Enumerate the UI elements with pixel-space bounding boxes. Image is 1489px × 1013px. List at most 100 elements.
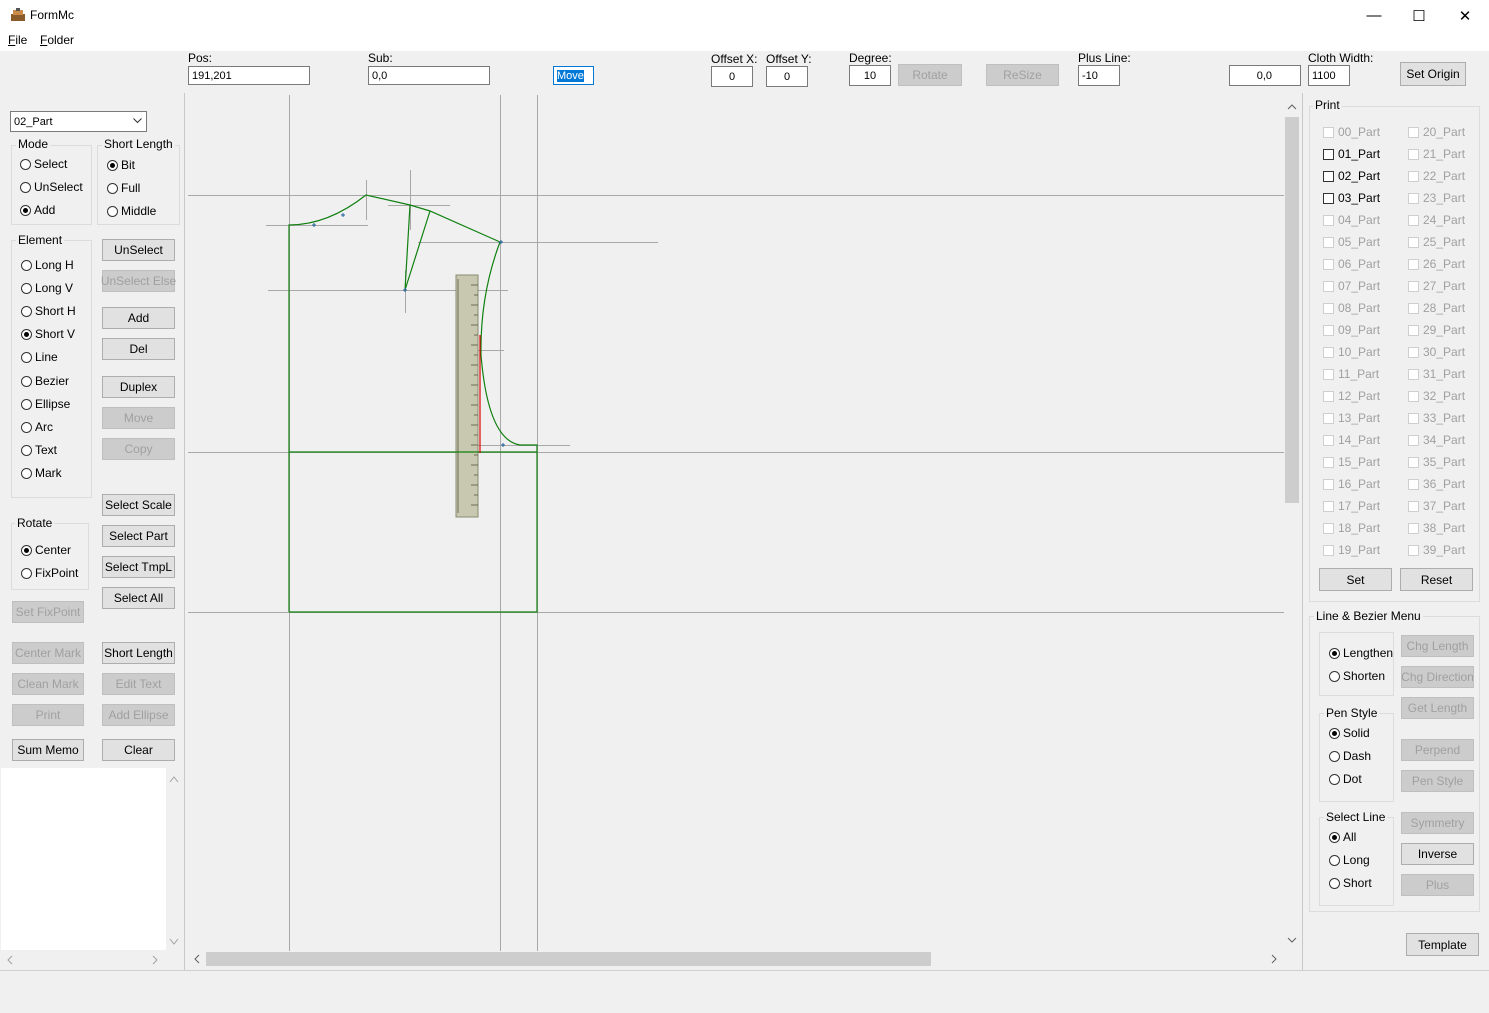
sub-input[interactable]: 0,0 (368, 66, 490, 85)
short-length-bit-radio[interactable]: Bit (107, 158, 135, 172)
pen-style-button[interactable]: Pen Style (1401, 770, 1474, 792)
chg-direction-button[interactable]: Chg Direction (1401, 666, 1474, 688)
print-part-16-checkbox[interactable]: 16_Part (1323, 477, 1380, 491)
set-origin-button[interactable]: Set Origin (1400, 62, 1466, 86)
element-arc-radio[interactable]: Arc (21, 420, 53, 434)
print-part-10-checkbox[interactable]: 10_Part (1323, 345, 1380, 359)
rotate-fixpoint-radio[interactable]: FixPoint (21, 566, 78, 580)
print-part-06-checkbox[interactable]: 06_Part (1323, 257, 1380, 271)
print-part-03-checkbox[interactable]: 03_Part (1323, 191, 1380, 205)
print-part-18-checkbox[interactable]: 18_Part (1323, 521, 1380, 535)
print-part-01-checkbox[interactable]: 01_Part (1323, 147, 1380, 161)
element-long-h-radio[interactable]: Long H (21, 258, 74, 272)
menu-folder[interactable]: Folder (40, 33, 74, 47)
add-button[interactable]: Add (102, 307, 175, 329)
plus-line-input[interactable]: -10 (1078, 65, 1120, 86)
move-button[interactable]: Move (102, 407, 175, 429)
print-reset-button[interactable]: Reset (1400, 568, 1473, 591)
cloth-width-input[interactable]: 1100 (1308, 65, 1350, 86)
element-long-v-radio[interactable]: Long V (21, 281, 73, 295)
print-part-39-checkbox[interactable]: 39_Part (1408, 543, 1465, 557)
pen-solid-radio[interactable]: Solid (1329, 726, 1370, 740)
edit-text-button[interactable]: Edit Text (102, 673, 175, 695)
print-button[interactable]: Print (12, 704, 84, 726)
print-part-22-checkbox[interactable]: 22_Part (1408, 169, 1465, 183)
print-part-14-checkbox[interactable]: 14_Part (1323, 433, 1380, 447)
element-text-radio[interactable]: Text (21, 443, 57, 457)
print-part-31-checkbox[interactable]: 31_Part (1408, 367, 1465, 381)
print-part-25-checkbox[interactable]: 25_Part (1408, 235, 1465, 249)
print-part-19-checkbox[interactable]: 19_Part (1323, 543, 1380, 557)
lengthen-radio[interactable]: Lengthen (1329, 646, 1393, 660)
rotate-button[interactable]: Rotate (898, 64, 962, 86)
print-part-30-checkbox[interactable]: 30_Part (1408, 345, 1465, 359)
select-line-short-radio[interactable]: Short (1329, 876, 1372, 890)
part-select[interactable]: 02_Part (10, 111, 147, 132)
center-mark-button[interactable]: Center Mark (12, 642, 84, 664)
add-ellipse-button[interactable]: Add Ellipse (102, 704, 175, 726)
print-part-08-checkbox[interactable]: 08_Part (1323, 301, 1380, 315)
coord-input[interactable]: 0,0 (1229, 65, 1301, 86)
duplex-button[interactable]: Duplex (102, 376, 175, 398)
set-fixpoint-button[interactable]: Set FixPoint (12, 601, 84, 623)
element-short-h-radio[interactable]: Short H (21, 304, 76, 318)
print-part-27-checkbox[interactable]: 27_Part (1408, 279, 1465, 293)
chg-length-button[interactable]: Chg Length (1401, 635, 1474, 657)
canvas-hscroll[interactable] (188, 951, 1284, 968)
print-part-36-checkbox[interactable]: 36_Part (1408, 477, 1465, 491)
select-all-button[interactable]: Select All (102, 587, 175, 609)
print-part-24-checkbox[interactable]: 24_Part (1408, 213, 1465, 227)
resize-button[interactable]: ReSize (986, 64, 1059, 86)
select-line-all-radio[interactable]: All (1329, 830, 1356, 844)
sum-memo-button[interactable]: Sum Memo (12, 739, 84, 761)
get-length-button[interactable]: Get Length (1401, 697, 1474, 719)
rotate-center-radio[interactable]: Center (21, 543, 71, 557)
print-part-20-checkbox[interactable]: 20_Part (1408, 125, 1465, 139)
mode-add-radio[interactable]: Add (20, 203, 55, 217)
print-part-00-checkbox[interactable]: 00_Part (1323, 125, 1380, 139)
template-button[interactable]: Template (1406, 933, 1479, 956)
print-part-07-checkbox[interactable]: 07_Part (1323, 279, 1380, 293)
print-part-09-checkbox[interactable]: 09_Part (1323, 323, 1380, 337)
select-tmpl-button[interactable]: Select TmpL (102, 556, 175, 578)
short-length-full-radio[interactable]: Full (107, 181, 140, 195)
degree-input[interactable]: 10 (849, 65, 891, 86)
element-short-v-radio[interactable]: Short V (21, 327, 75, 341)
short-length-button[interactable]: Short Length (102, 642, 175, 664)
mode-select-radio[interactable]: Select (20, 157, 67, 171)
minimize-button[interactable]: — (1351, 0, 1397, 31)
pen-dash-radio[interactable]: Dash (1329, 749, 1371, 763)
drawing-canvas[interactable] (188, 95, 1284, 951)
symmetry-button[interactable]: Symmetry (1401, 812, 1474, 834)
inverse-button[interactable]: Inverse (1401, 843, 1474, 865)
unselect-button[interactable]: UnSelect (102, 239, 175, 261)
offset-y-input[interactable]: 0 (766, 66, 808, 87)
print-part-29-checkbox[interactable]: 29_Part (1408, 323, 1465, 337)
shorten-radio[interactable]: Shorten (1329, 669, 1385, 683)
print-part-02-checkbox[interactable]: 02_Part (1323, 169, 1380, 183)
close-button[interactable]: ✕ (1442, 0, 1488, 31)
element-ellipse-radio[interactable]: Ellipse (21, 397, 70, 411)
print-part-13-checkbox[interactable]: 13_Part (1323, 411, 1380, 425)
print-part-28-checkbox[interactable]: 28_Part (1408, 301, 1465, 315)
print-part-12-checkbox[interactable]: 12_Part (1323, 389, 1380, 403)
move-input[interactable]: Move (553, 66, 594, 85)
copy-button[interactable]: Copy (102, 438, 175, 460)
print-part-26-checkbox[interactable]: 26_Part (1408, 257, 1465, 271)
select-scale-button[interactable]: Select Scale (102, 494, 175, 516)
element-bezier-radio[interactable]: Bezier (21, 374, 69, 388)
short-length-middle-radio[interactable]: Middle (107, 204, 156, 218)
print-part-05-checkbox[interactable]: 05_Part (1323, 235, 1380, 249)
print-part-11-checkbox[interactable]: 11_Part (1323, 367, 1379, 381)
memo-textarea[interactable] (1, 768, 166, 950)
pen-dot-radio[interactable]: Dot (1329, 772, 1362, 786)
clean-mark-button[interactable]: Clean Mark (12, 673, 84, 695)
print-set-button[interactable]: Set (1319, 568, 1392, 591)
memo-vscroll[interactable] (166, 768, 182, 950)
print-part-23-checkbox[interactable]: 23_Part (1408, 191, 1465, 205)
plus-button[interactable]: Plus (1401, 874, 1474, 896)
print-part-38-checkbox[interactable]: 38_Part (1408, 521, 1465, 535)
print-part-15-checkbox[interactable]: 15_Part (1323, 455, 1380, 469)
pos-input[interactable]: 191,201 (188, 66, 310, 85)
maximize-button[interactable]: ☐ (1396, 0, 1442, 31)
